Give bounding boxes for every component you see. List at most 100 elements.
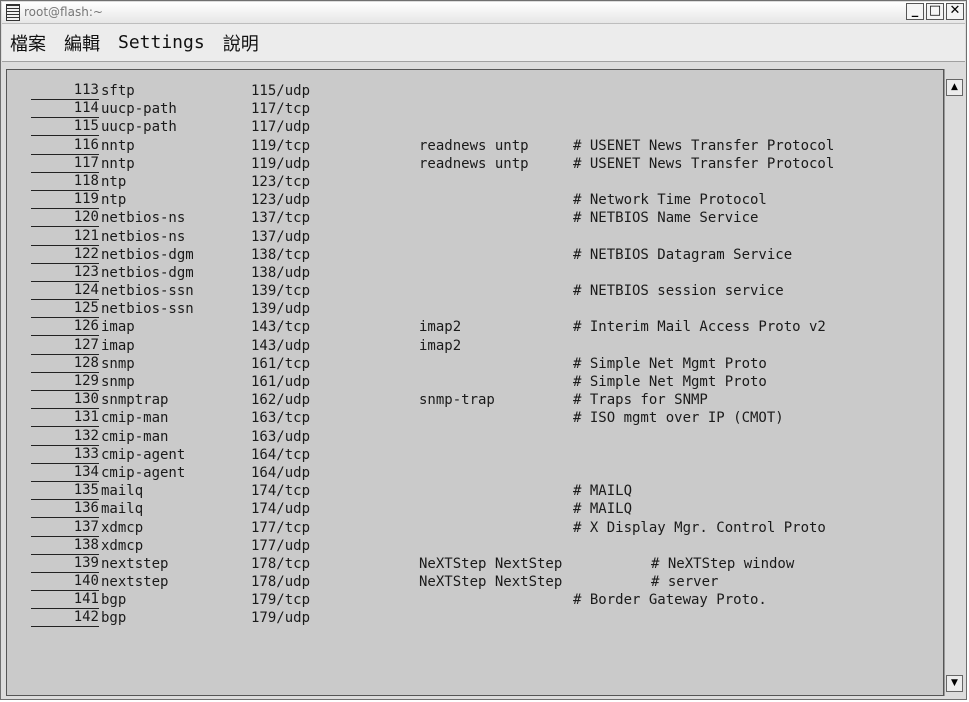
port-protocol: 164/tcp: [251, 446, 311, 463]
service-comment: # NETBIOS Name Service: [573, 210, 759, 227]
service-comment: # USENET News Transfer Protocol: [573, 155, 835, 172]
line-number: 142: [31, 609, 99, 628]
port-protocol: 138/udp: [251, 264, 311, 281]
line-number: 116: [31, 137, 99, 155]
minimize-button[interactable]: _: [906, 3, 924, 20]
maximize-button[interactable]: □: [926, 3, 944, 20]
service-comment-indented: # NeXTStep window: [651, 555, 795, 572]
menu-edit[interactable]: 編輯: [62, 28, 102, 58]
line-number: 132: [31, 428, 99, 446]
close-button[interactable]: ✕: [946, 3, 964, 20]
service-name: cmip-agent: [101, 446, 186, 463]
menu-bar: 檔案 編輯 Settings 說明: [2, 24, 965, 62]
menu-settings[interactable]: Settings: [116, 30, 207, 55]
line-number: 140: [31, 573, 99, 592]
service-comment: # Traps for SNMP: [573, 392, 708, 409]
port-protocol: 162/udp: [251, 392, 311, 409]
line-number: 113: [31, 82, 99, 100]
scroll-up-button[interactable]: ▲: [946, 79, 963, 96]
port-protocol: 137/udp: [251, 228, 311, 245]
service-alias: imap2: [419, 337, 462, 354]
port-protocol: 143/udp: [251, 337, 311, 354]
window-menu-icon[interactable]: [6, 4, 20, 21]
port-protocol: 179/tcp: [251, 592, 311, 609]
service-comment: # Simple Net Mgmt Proto: [573, 355, 767, 372]
port-protocol: 139/tcp: [251, 283, 311, 300]
scroll-down-button[interactable]: ▼: [946, 675, 963, 692]
menu-help[interactable]: 說明: [221, 28, 261, 58]
service-comment: # NETBIOS Datagram Service: [573, 246, 793, 263]
service-comment: # NETBIOS session service: [573, 283, 784, 300]
port-protocol: 138/tcp: [251, 246, 311, 263]
service-name: snmp: [101, 355, 135, 372]
service-alias: readnews untp: [419, 137, 529, 154]
line-number: 127: [31, 337, 99, 355]
port-protocol: 137/tcp: [251, 210, 311, 227]
line-number: 120: [31, 209, 99, 228]
service-name: xdmcp: [101, 537, 144, 554]
port-protocol: 117/udp: [251, 119, 311, 136]
line-number: 117: [31, 155, 99, 173]
service-name: ntp: [101, 192, 127, 209]
service-comment: # Border Gateway Proto.: [573, 592, 767, 609]
terminal-output[interactable]: 113 sftp 115/udp 114 uucp-path 117/tcp 115 uucp…: [6, 69, 944, 696]
service-alias: readnews untp: [419, 155, 529, 172]
service-comment-indented: # server: [651, 574, 719, 591]
service-name: nntp: [101, 137, 135, 154]
line-number: 133: [31, 446, 99, 464]
service-comment: # Simple Net Mgmt Proto: [573, 374, 767, 390]
port-protocol: 177/udp: [251, 537, 311, 554]
service-name: mailq: [101, 483, 144, 500]
service-name: cmip-man: [101, 428, 169, 445]
line-number: 135: [31, 482, 99, 501]
port-protocol: 164/udp: [251, 464, 311, 481]
window-title: root@flash:~: [24, 5, 103, 19]
service-comment: # Interim Mail Access Proto v2: [573, 319, 826, 336]
line-number: 138: [31, 537, 99, 555]
service-name: nntp: [101, 155, 135, 172]
service-name: netbios-ns: [101, 228, 186, 245]
service-comment: # USENET News Transfer Protocol: [573, 137, 835, 154]
service-name: bgp: [101, 592, 127, 609]
line-number: 126: [31, 318, 99, 337]
line-number: 123: [31, 264, 99, 282]
line-number: 136: [31, 500, 99, 519]
service-name: netbios-dgm: [101, 264, 194, 281]
line-number: 131: [31, 409, 99, 428]
line-number: 130: [31, 391, 99, 410]
service-alias: snmp-trap: [419, 392, 495, 409]
port-protocol: 163/udp: [251, 428, 311, 445]
line-number: 114: [31, 100, 99, 119]
service-name: cmip-agent: [101, 464, 186, 481]
service-name: netbios-ns: [101, 210, 186, 227]
port-protocol: 177/tcp: [251, 519, 311, 536]
line-number: 141: [31, 591, 99, 610]
port-protocol: 123/udp: [251, 192, 311, 209]
line-number: 118: [31, 173, 99, 191]
vertical-scrollbar[interactable]: ▲ ▼: [944, 69, 964, 696]
service-alias: NeXTStep NextStep: [419, 555, 563, 572]
port-protocol: 117/tcp: [251, 101, 311, 118]
port-protocol: 143/tcp: [251, 319, 311, 336]
line-number: 115: [31, 118, 99, 137]
service-name: imap: [101, 319, 135, 336]
service-comment: # MAILQ: [573, 501, 633, 518]
line-number: 139: [31, 555, 99, 573]
line-number: 121: [31, 228, 99, 246]
service-alias: imap2: [419, 319, 462, 336]
menu-file[interactable]: 檔案: [8, 28, 48, 58]
service-name: mailq: [101, 501, 144, 518]
terminal-window: root@flash:~ _ □ ✕ 檔案 編輯 Settings 說明 113…: [0, 0, 967, 700]
port-protocol: 178/tcp: [251, 555, 311, 572]
port-protocol: 119/udp: [251, 155, 311, 172]
port-protocol: 174/udp: [251, 501, 311, 518]
service-name: bgp: [101, 610, 127, 627]
service-comment: # X Display Mgr. Control Proto: [573, 519, 826, 536]
service-name: uucp-path: [101, 119, 177, 136]
window-controls: _ □ ✕: [906, 3, 964, 20]
service-alias: NeXTStep NextStep: [419, 574, 563, 591]
port-protocol: 178/udp: [251, 574, 311, 591]
service-name: nextstep: [101, 574, 169, 591]
line-number: 134: [31, 464, 99, 482]
title-bar[interactable]: root@flash:~ _ □ ✕: [2, 2, 965, 24]
